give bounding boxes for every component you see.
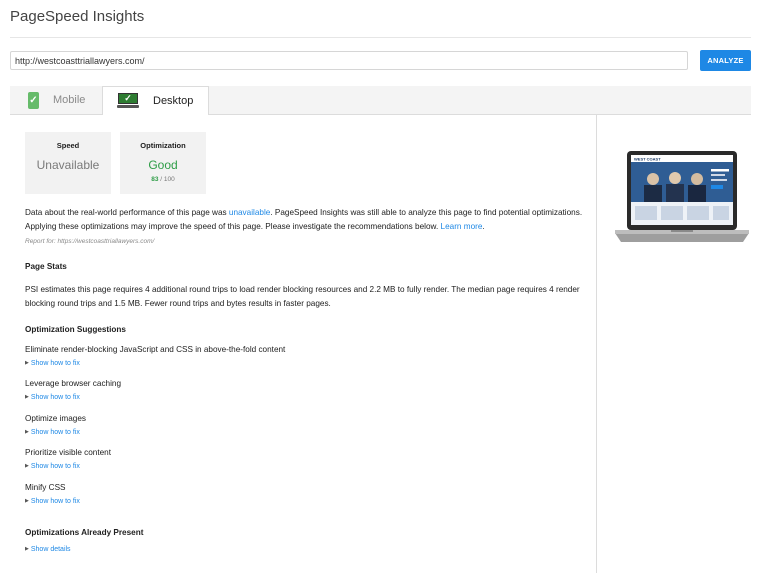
- intro-paragraph: Data about the real-world performance of…: [25, 206, 590, 234]
- phone-check-icon: ✓: [28, 91, 39, 109]
- content-divider: [596, 114, 597, 573]
- show-how-to-fix-link[interactable]: ▶ Show how to fix: [25, 498, 80, 505]
- monitor-check-icon: ✓: [117, 93, 139, 109]
- show-how-to-fix-link[interactable]: ▶ Show how to fix: [25, 394, 80, 401]
- triangle-right-icon: ▶: [25, 463, 29, 469]
- tab-desktop[interactable]: ✓ Desktop: [102, 86, 209, 115]
- triangle-right-icon: ▶: [25, 360, 29, 366]
- optimization-score-card: Optimization Good 83 / 100: [120, 132, 206, 194]
- suggestion-optimize-images: Optimize images: [25, 414, 86, 423]
- device-tabs: ✓ Mobile ✓ Desktop: [10, 86, 751, 115]
- intro-text-3: .: [482, 222, 485, 231]
- optimization-score-title: Optimization: [140, 141, 186, 150]
- tab-mobile-label: Mobile: [53, 94, 86, 106]
- suggestion-render-blocking: Eliminate render-blocking JavaScript and…: [25, 345, 286, 354]
- triangle-right-icon: ▶: [25, 394, 29, 400]
- optimization-score-value: Good: [148, 158, 178, 172]
- show-how-to-fix-link[interactable]: ▶ Show how to fix: [25, 429, 80, 436]
- speed-score-value: Unavailable: [36, 158, 100, 172]
- optimizations-present-heading: Optimizations Already Present: [25, 528, 144, 537]
- show-how-to-fix-link[interactable]: ▶ Show how to fix: [25, 360, 80, 367]
- optimization-score-max: / 100: [160, 176, 175, 183]
- speed-score-card: Speed Unavailable: [25, 132, 111, 194]
- tab-mobile[interactable]: ✓ Mobile: [28, 86, 108, 114]
- page-stats-heading: Page Stats: [25, 262, 67, 271]
- header-divider: [10, 37, 751, 38]
- page-stats-text: PSI estimates this page requires 4 addit…: [25, 285, 580, 308]
- suggestion-minify-css: Minify CSS: [25, 483, 66, 492]
- learn-more-link[interactable]: Learn more: [441, 222, 483, 231]
- triangle-right-icon: ▶: [25, 546, 29, 552]
- page-title: PageSpeed Insights: [10, 8, 145, 25]
- show-how-to-fix-link[interactable]: ▶ Show how to fix: [25, 463, 80, 470]
- report-for: Report for: https://westcoasttriallawyer…: [25, 238, 155, 245]
- show-details-link[interactable]: ▶ Show details: [25, 546, 71, 553]
- optimization-score: 83: [151, 176, 159, 183]
- analyze-button[interactable]: ANALYZE: [700, 50, 751, 71]
- unavailable-link[interactable]: unavailable: [229, 208, 270, 217]
- triangle-right-icon: ▶: [25, 498, 29, 504]
- optimization-score-number: 83 / 100: [120, 176, 206, 183]
- optimization-suggestions-heading: Optimization Suggestions: [25, 325, 126, 334]
- preview-logo: WEST COAST: [634, 157, 661, 162]
- laptop-screenshot-preview: WEST COAST: [615, 151, 749, 242]
- triangle-right-icon: ▶: [25, 429, 29, 435]
- url-input[interactable]: [10, 51, 688, 70]
- suggestion-browser-caching: Leverage browser caching: [25, 379, 122, 388]
- suggestion-prioritize-visible: Prioritize visible content: [25, 448, 112, 457]
- tab-desktop-label: Desktop: [153, 95, 194, 107]
- intro-text-1: Data about the real-world performance of…: [25, 208, 229, 217]
- speed-score-title: Speed: [56, 141, 80, 150]
